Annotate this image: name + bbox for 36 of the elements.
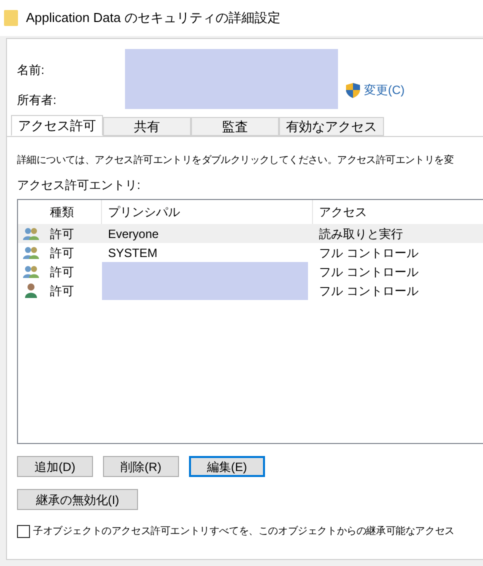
user-icon — [25, 283, 37, 298]
table-cell-text: 読み取りと実行 — [318, 226, 403, 242]
tab[interactable]: 監査 — [191, 117, 279, 136]
user-group-icon — [23, 226, 39, 240]
user-group-icon — [23, 246, 39, 260]
owner-label: 所有者: — [17, 92, 58, 109]
table-cell-text: 許可 — [49, 226, 75, 242]
action-button[interactable]: 削除(R) — [103, 456, 179, 477]
name-label: 名前: — [17, 62, 46, 79]
tab[interactable]: 共有 — [103, 117, 191, 136]
permission-row[interactable]: 許可 SYSTEM フル コントロール — [18, 243, 483, 262]
action-button[interactable]: 編集(E) — [189, 456, 265, 477]
tab[interactable]: 有効なアクセス — [279, 117, 384, 136]
change-link[interactable]: 変更(C) — [364, 81, 405, 99]
permission-row[interactable]: 許可 フル コントロール — [18, 262, 483, 281]
action-button[interactable]: 追加(D) — [17, 456, 93, 477]
shield-icon — [346, 82, 360, 98]
checkbox-label: 子オブジェクトのアクセス許可エントリすべてを、このオブジェクトからの継承可能なアクセス — [33, 524, 454, 539]
checkbox[interactable] — [17, 525, 30, 538]
table-cell-text: フル コントロール — [318, 282, 418, 300]
table-cell-text: フル コントロール — [318, 244, 418, 262]
table-cell-text: フル コントロール — [318, 264, 418, 280]
table-cell-text: 許可 — [49, 244, 75, 262]
table-cell-text: 許可 — [49, 282, 75, 300]
user-group-icon — [23, 264, 39, 278]
tab[interactable]: アクセス許可 — [11, 115, 103, 136]
permission-row[interactable]: 許可 Everyone 読み取りと実行 — [18, 224, 483, 243]
table-cell-text: 許可 — [49, 264, 75, 280]
entries-label: アクセス許可エントリ: — [17, 177, 142, 194]
window-title: Application Data のセキュリティの詳細設定 — [26, 9, 280, 28]
info-text: 詳細については、アクセス許可エントリをダブルクリックしてください。アクセス許可エントリを変 — [17, 154, 454, 168]
table-cell-text: SYSTEM — [107, 244, 158, 262]
permission-row[interactable]: 許可 フル コントロール — [18, 281, 483, 300]
table-cell-text: Everyone — [107, 226, 159, 242]
disable-inheritance-button[interactable]: 継承の無効化(I) — [17, 489, 138, 510]
folder-icon — [4, 10, 18, 26]
